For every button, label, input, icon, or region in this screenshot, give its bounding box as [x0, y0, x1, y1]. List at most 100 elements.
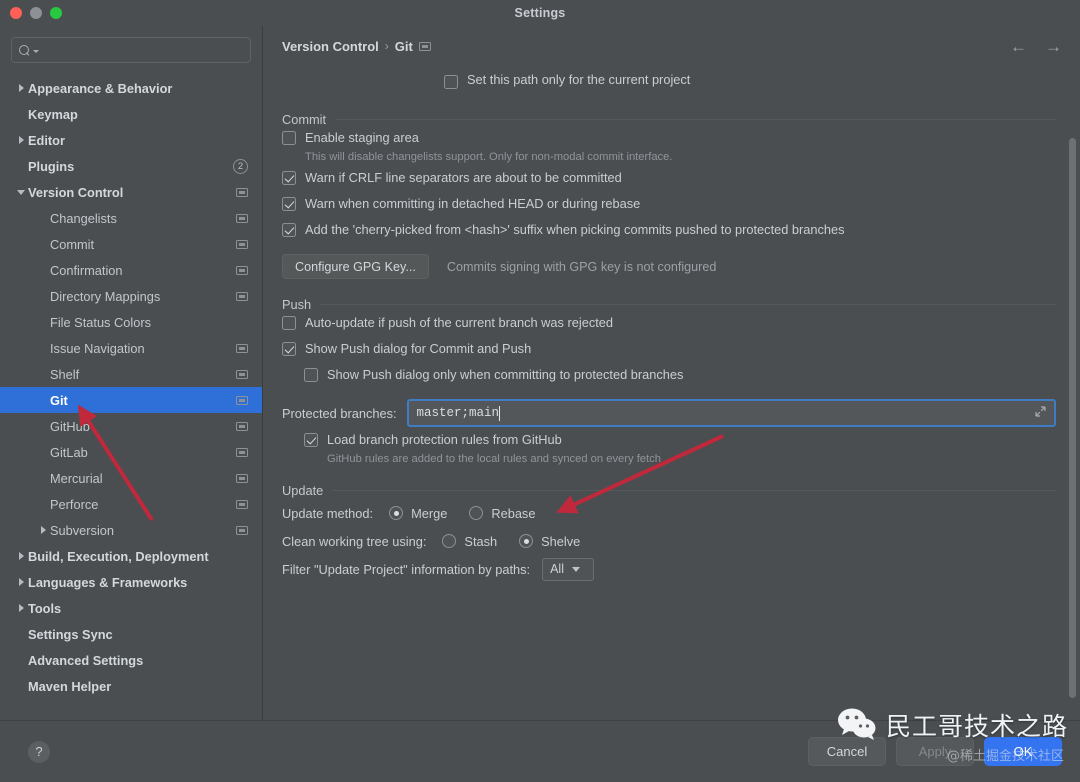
sidebar-item-appearance-behavior[interactable]: Appearance & Behavior — [0, 75, 262, 101]
merge-label: Merge — [411, 505, 448, 521]
scrollbar-thumb[interactable] — [1069, 138, 1076, 698]
cancel-button[interactable]: Cancel — [808, 737, 886, 766]
chevron-down-icon[interactable] — [14, 189, 28, 195]
ok-button[interactable]: OK — [984, 737, 1062, 766]
sidebar-item-subversion[interactable]: Subversion — [0, 517, 262, 543]
filter-paths-value: All — [550, 562, 564, 576]
content-scrollbar[interactable] — [1069, 98, 1076, 738]
close-window-button[interactable] — [10, 7, 22, 19]
update-method-rebase-option[interactable]: Rebase — [469, 506, 535, 521]
rebase-radio[interactable] — [469, 506, 484, 520]
checkbox-warn-if-crlf[interactable] — [282, 171, 296, 185]
sidebar-item-perforce[interactable]: Perforce — [0, 491, 262, 517]
option-label: Show Push dialog only when committing to… — [327, 367, 684, 382]
sidebar-item-plugins[interactable]: Plugins 2 — [0, 153, 262, 179]
sidebar-item-maven-helper[interactable]: Maven Helper — [0, 673, 262, 699]
apply-button[interactable]: Apply — [896, 737, 974, 766]
sidebar-item-label: Perforce — [50, 496, 99, 512]
chevron-glyph — [18, 84, 24, 92]
protected-branches-value: master;main — [416, 406, 500, 420]
project-scope-icon — [418, 41, 431, 51]
checkbox-warn-when-committing[interactable] — [282, 197, 296, 211]
sidebar-item-version-control[interactable]: Version Control — [0, 179, 262, 205]
option-warn-when-committing[interactable]: Warn when committing in detached HEAD or… — [282, 194, 1056, 220]
checkbox-show-push-dialog[interactable] — [282, 342, 296, 356]
option-show-push-dialog[interactable]: Show Push dialog only when committing to… — [282, 365, 1056, 391]
option-warn-if-crlf[interactable]: Warn if CRLF line separators are about t… — [282, 168, 1056, 194]
search-options-chevron-down-icon[interactable] — [33, 50, 39, 53]
sidebar-item-label: Appearance & Behavior — [28, 80, 173, 96]
clean-tree-shelve-option[interactable]: Shelve — [519, 534, 580, 549]
search-box[interactable] — [11, 37, 251, 63]
project-scope-icon — [236, 421, 248, 431]
checkbox-add-the-cherry-picked[interactable] — [282, 223, 296, 237]
github-rules-checkbox[interactable] — [304, 433, 318, 447]
minimize-window-button[interactable] — [30, 7, 42, 19]
sidebar-item-tools[interactable]: Tools — [0, 595, 262, 621]
stash-label: Stash — [464, 533, 498, 549]
sidebar-item-mercurial[interactable]: Mercurial — [0, 465, 262, 491]
sidebar-item-advanced-settings[interactable]: Advanced Settings — [0, 647, 262, 673]
sidebar-item-label: Advanced Settings — [28, 652, 144, 668]
chevron-right-icon[interactable] — [14, 552, 28, 560]
filter-paths-row: Filter "Update Project" information by p… — [282, 555, 1056, 583]
chevron-right-icon[interactable] — [14, 84, 28, 92]
stash-radio[interactable] — [442, 534, 457, 548]
sidebar-item-settings-sync[interactable]: Settings Sync — [0, 621, 262, 647]
sidebar-item-editor[interactable]: Editor — [0, 127, 262, 153]
sidebar-item-directory-mappings[interactable]: Directory Mappings — [0, 283, 262, 309]
sidebar-item-label: Commit — [50, 236, 95, 252]
commit-options-list: Enable staging area This will disable cha… — [282, 128, 1056, 246]
sidebar-item-confirmation[interactable]: Confirmation — [0, 257, 262, 283]
expand-field-icon[interactable] — [1035, 406, 1046, 420]
sidebar-item-keymap[interactable]: Keymap — [0, 101, 262, 127]
sidebar-item-gitlab[interactable]: GitLab — [0, 439, 262, 465]
clean-tree-stash-option[interactable]: Stash — [442, 534, 497, 549]
option-add-the-cherry-picked[interactable]: Add the 'cherry-picked from <hash>' suff… — [282, 220, 1056, 246]
sidebar-item-label: Build, Execution, Deployment — [28, 548, 209, 564]
traffic-lights — [10, 7, 62, 19]
sidebar-item-shelf[interactable]: Shelf — [0, 361, 262, 387]
back-arrow-icon[interactable]: ← — [1010, 38, 1027, 55]
checkbox-auto-update-if-push[interactable] — [282, 316, 296, 330]
option-auto-update-if-push[interactable]: Auto-update if push of the current branc… — [282, 313, 1056, 339]
forward-arrow-icon[interactable]: → — [1045, 38, 1062, 55]
path-scope-label: Set this path only for the current proje… — [467, 72, 691, 87]
protected-branches-input[interactable]: master;main — [406, 399, 1056, 427]
zoom-window-button[interactable] — [50, 7, 62, 19]
chevron-right-icon[interactable] — [14, 604, 28, 612]
update-section-title: Update — [282, 482, 324, 498]
merge-radio[interactable] — [389, 506, 404, 520]
chevron-right-icon[interactable] — [14, 578, 28, 586]
search-input[interactable] — [42, 43, 243, 57]
settings-content: Set this path only for the current proje… — [263, 66, 1080, 720]
update-method-label: Update method: — [282, 505, 374, 521]
checkbox-enable-staging-area[interactable] — [282, 131, 296, 145]
path-scope-checkbox[interactable] — [444, 74, 458, 89]
option-label: Warn when committing in detached HEAD or… — [305, 196, 641, 211]
sidebar-item-languages-frameworks[interactable]: Languages & Frameworks — [0, 569, 262, 595]
option-show-push-dialog[interactable]: Show Push dialog for Commit and Push — [282, 339, 1056, 365]
project-scope-icon — [236, 395, 248, 405]
sidebar-item-issue-navigation[interactable]: Issue Navigation — [0, 335, 262, 361]
update-method-merge-option[interactable]: Merge — [389, 506, 447, 521]
section-divider — [335, 118, 1056, 120]
configure-gpg-key-button[interactable]: Configure GPG Key... — [282, 254, 429, 279]
sidebar-item-commit[interactable]: Commit — [0, 231, 262, 257]
chevron-right-icon[interactable] — [36, 526, 50, 534]
commit-section-title: Commit — [282, 111, 327, 127]
sidebar-item-label: File Status Colors — [50, 314, 151, 330]
sidebar-item-file-status-colors[interactable]: File Status Colors — [0, 309, 262, 335]
chevron-right-icon[interactable] — [14, 136, 28, 144]
breadcrumb-parent[interactable]: Version Control — [282, 39, 379, 54]
sidebar-item-changelists[interactable]: Changelists — [0, 205, 262, 231]
sidebar-item-git[interactable]: Git — [0, 387, 262, 413]
checkbox-show-push-dialog[interactable] — [304, 368, 318, 382]
filter-paths-select[interactable]: All — [542, 557, 595, 581]
help-button[interactable]: ? — [28, 740, 50, 763]
shelve-radio[interactable] — [519, 534, 534, 548]
sidebar-item-build-execution-deployment[interactable]: Build, Execution, Deployment — [0, 543, 262, 569]
chevron-glyph — [18, 604, 24, 612]
sidebar-item-github[interactable]: GitHub — [0, 413, 262, 439]
filter-paths-label: Filter "Update Project" information by p… — [282, 561, 531, 577]
